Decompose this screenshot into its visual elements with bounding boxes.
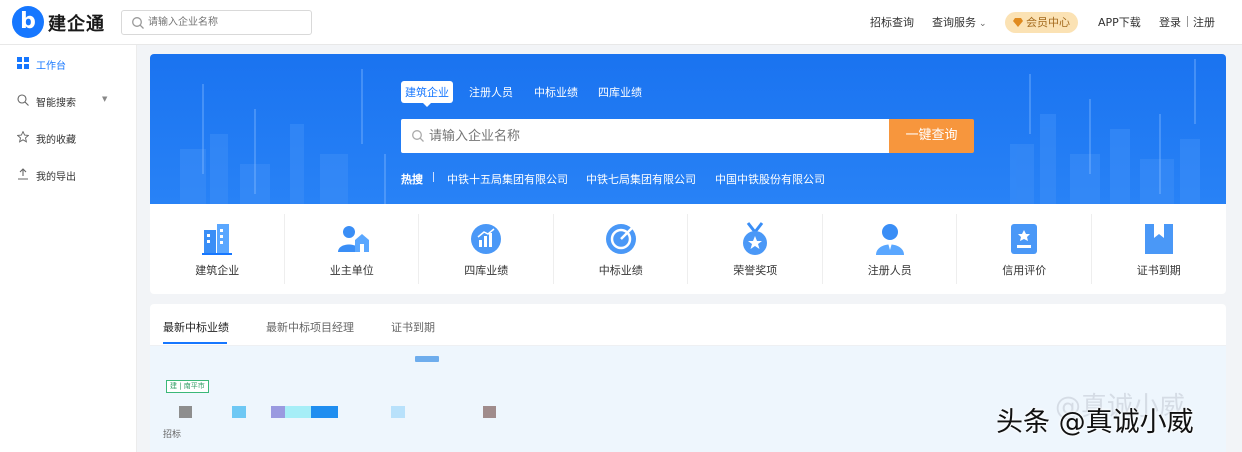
nav-query-service[interactable]: 查询服务 ⌄ [932, 14, 987, 30]
pixelated-block [483, 406, 496, 418]
login-link[interactable]: 登录 [1159, 14, 1181, 30]
export-icon [18, 168, 28, 180]
pixelated-block [391, 406, 405, 418]
header-search-input[interactable] [148, 14, 308, 31]
category-label: 建筑企业 [195, 264, 240, 277]
sidebar-item-smart-search[interactable]: 智能搜索 ▼ [0, 86, 137, 116]
sidebar-item-export[interactable]: 我的导出 [0, 160, 137, 190]
category-credit-rating[interactable]: 信用评价 [957, 204, 1092, 294]
medal-icon [743, 222, 768, 255]
pixelated-block [285, 406, 311, 418]
main-search-input[interactable] [429, 126, 879, 146]
tab-latest-project-managers[interactable]: 最新中标项目经理 [266, 319, 354, 335]
pixelated-block [232, 406, 246, 418]
pixelated-block [179, 406, 192, 418]
category-winning-bids[interactable]: 中标业绩 [554, 204, 688, 294]
hot-search-link[interactable]: 中国中铁股份有限公司 [715, 171, 825, 187]
tab-latest-winning-bids[interactable]: 最新中标业绩 [163, 319, 229, 335]
pixelated-block [311, 406, 338, 418]
sidebar-item-label: 我的导出 [36, 172, 76, 183]
tab-winning-bids[interactable]: 中标业绩 [534, 84, 578, 100]
tab-construction-company[interactable]: 建筑企业 [401, 81, 453, 107]
search-icon [412, 130, 424, 142]
chart-icon [471, 224, 502, 254]
nav-tender-query[interactable]: 招标查询 [870, 14, 914, 30]
category-label: 四库业绩 [464, 264, 509, 277]
tab-four-library[interactable]: 四库业绩 [598, 84, 642, 100]
category-label: 荣誉奖项 [733, 264, 778, 277]
brand-name[interactable]: 建企通 [48, 10, 105, 36]
caret-down-icon: ▼ [102, 95, 108, 103]
bookmark-icon [1144, 224, 1173, 254]
active-tab-indicator [163, 342, 227, 344]
register-link[interactable]: 注册 [1193, 14, 1215, 30]
building-icon [202, 224, 233, 255]
hot-search-link[interactable]: 中铁十五局集团有限公司 [447, 171, 568, 187]
hot-search-divider [433, 172, 434, 182]
target-icon [605, 224, 636, 254]
hot-search-label: 热搜 [401, 173, 423, 186]
hero-banner: 建筑企业 注册人员 中标业绩 四库业绩 一键查询 热搜 中铁十五局集团有限公司 … [150, 54, 1226, 204]
grid-icon [17, 57, 29, 69]
category-label: 证书到期 [1136, 264, 1181, 277]
watermark: 头条 @真诚小威 [996, 407, 1194, 438]
chevron-down-icon: ⌄ [979, 19, 987, 29]
vip-center-button[interactable]: 会员中心 [1005, 12, 1078, 33]
category-four-library[interactable]: 四库业绩 [419, 204, 554, 294]
category-label: 信用评价 [1002, 264, 1047, 277]
person-icon [875, 224, 904, 255]
category-certificate-expiry[interactable]: 证书到期 [1092, 204, 1227, 294]
category-honors[interactable]: 荣誉奖项 [688, 204, 823, 294]
top-bar: b 建企通 招标查询 查询服务⌄ 会员中心 APP下载 登录 注册 [0, 0, 1242, 45]
tab-certificate-expiry[interactable]: 证书到期 [391, 319, 435, 335]
bid-type-label: 招标 [163, 430, 182, 440]
nav-divider [1187, 16, 1188, 27]
tab-registered-personnel[interactable]: 注册人员 [469, 84, 513, 100]
app-download-link[interactable]: APP下载 [1098, 14, 1141, 30]
category-registered-personnel[interactable]: 注册人员 [823, 204, 957, 294]
search-button[interactable]: 一键查询 [889, 119, 974, 153]
sidebar-item-label: 智能搜索 [36, 98, 76, 109]
owner-icon [337, 226, 369, 252]
blurred-title [415, 356, 439, 362]
sidebar-item-label: 工作台 [36, 61, 66, 72]
category-label: 中标业绩 [598, 264, 643, 277]
sidebar-item-label: 我的收藏 [36, 135, 76, 146]
category-grid: 建筑企业 业主单位 四库业绩 中标业绩 荣誉奖项 注册人员 信用评价 证书到期 [150, 204, 1226, 294]
star-icon [17, 131, 29, 143]
region-tag: 建 | 南平市 [166, 380, 209, 393]
diamond-icon [1013, 18, 1023, 27]
main-search-box[interactable] [401, 119, 890, 153]
nav-query-service-label: 查询服务 [932, 16, 976, 29]
search-icon [17, 94, 29, 106]
pixelated-block [271, 406, 285, 418]
sidebar: 工作台 智能搜索 ▼ 我的收藏 我的导出 [0, 45, 137, 452]
sidebar-item-workbench[interactable]: 工作台 [0, 49, 137, 79]
credit-icon [1011, 224, 1038, 254]
hot-search-link[interactable]: 中铁七局集团有限公司 [586, 171, 696, 187]
category-label: 注册人员 [867, 264, 912, 277]
category-owner-unit[interactable]: 业主单位 [285, 204, 419, 294]
sidebar-item-favorites[interactable]: 我的收藏 [0, 123, 137, 153]
vip-center-label: 会员中心 [1026, 16, 1070, 29]
search-icon [132, 17, 144, 29]
category-construction-company[interactable]: 建筑企业 [150, 204, 285, 294]
brand-logo[interactable]: b [12, 6, 44, 38]
category-label: 业主单位 [329, 264, 374, 277]
header-search-box[interactable] [121, 10, 312, 35]
